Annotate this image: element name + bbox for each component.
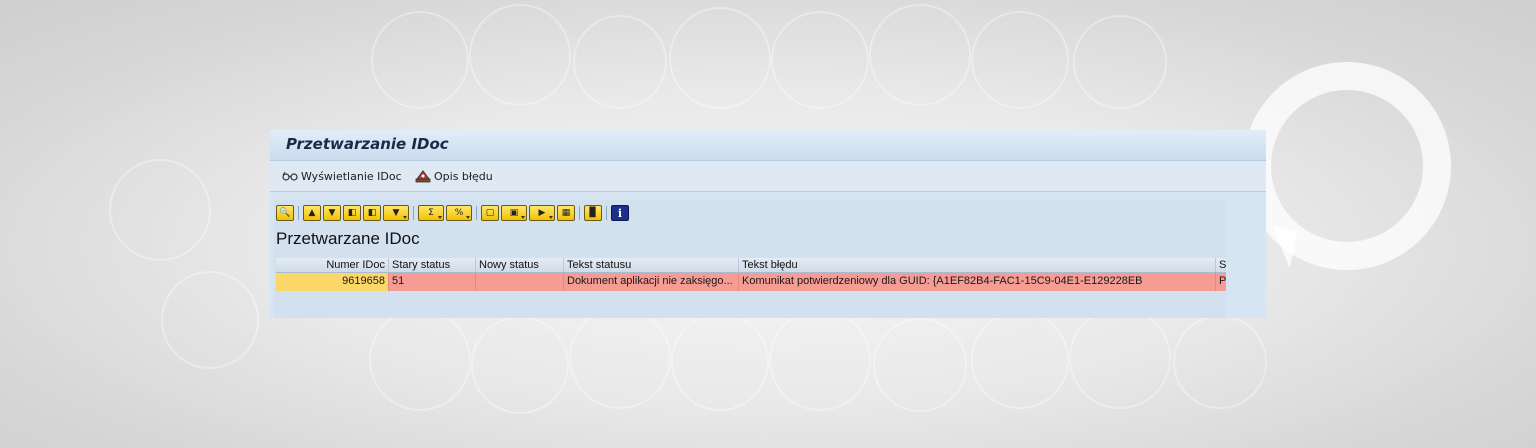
column-header[interactable]: Tekst błędu xyxy=(739,258,1216,272)
table-header: Numer IDoc Stary status Nowy status Teks… xyxy=(276,258,1226,273)
toolbar-separator xyxy=(298,206,299,220)
idoc-number-cell[interactable]: 9619658 xyxy=(276,273,389,291)
toolbar-separator xyxy=(579,206,580,220)
error-description-button[interactable]: Opis błędu xyxy=(415,167,493,185)
sy-cell[interactable]: PX xyxy=(1216,273,1226,291)
alv-toolbar: 🔍 ▲ ▼ ◧ ◧ ▼ Σ % ▢ ▣ ▶ ▦ ▉ i xyxy=(276,203,631,223)
old-status-cell[interactable]: 51 xyxy=(389,273,476,291)
grid-title: Przetwarzane IDoc xyxy=(276,229,420,248)
new-status-cell[interactable] xyxy=(476,273,564,291)
toolbar-separator xyxy=(476,206,477,220)
error-description-label: Opis błędu xyxy=(434,169,493,183)
status-text-cell[interactable]: Dokument aplikacji nie zaksięgo... xyxy=(564,273,739,291)
print-preview-icon[interactable]: ▢ xyxy=(481,205,499,221)
column-header[interactable]: Stary status xyxy=(389,258,476,272)
glasses-icon xyxy=(282,171,298,181)
window-title: Przetwarzanie IDoc xyxy=(286,135,449,153)
abc-analysis-icon[interactable]: ▉ xyxy=(584,205,602,221)
filter-icon[interactable]: ▼ xyxy=(323,205,341,221)
table-row[interactable]: 9619658 51 Dokument aplikacji nie zaksię… xyxy=(276,273,1226,291)
column-header[interactable]: Numer IDoc xyxy=(276,258,389,272)
toolbar-separator xyxy=(606,206,607,220)
column-header[interactable]: Tekst statusu xyxy=(564,258,739,272)
column-header[interactable]: Nowy status xyxy=(476,258,564,272)
idoc-table: Numer IDoc Stary status Nowy status Teks… xyxy=(276,258,1226,291)
layout-icon[interactable]: ▦ xyxy=(557,205,575,221)
toolbar-separator xyxy=(413,206,414,220)
sum-icon[interactable]: Σ xyxy=(418,205,444,221)
hat-icon xyxy=(415,170,431,183)
subtotal-icon[interactable]: % xyxy=(446,205,472,221)
find-next-icon[interactable]: ◧ xyxy=(363,205,381,221)
display-idoc-button[interactable]: Wyświetlanie IDoc xyxy=(282,167,402,185)
print-icon[interactable]: ▲ xyxy=(303,205,321,221)
sap-window: Przetwarzanie IDoc Wyświetlanie IDoc Opi… xyxy=(270,130,1266,318)
details-icon[interactable]: 🔍 xyxy=(276,205,294,221)
display-idoc-label: Wyświetlanie IDoc xyxy=(301,169,402,183)
column-header[interactable]: Sy xyxy=(1216,258,1226,272)
export-icon[interactable]: ▶ xyxy=(529,205,555,221)
title-bar: Przetwarzanie IDoc xyxy=(270,130,1266,161)
set-filter-icon[interactable]: ▼ xyxy=(383,205,409,221)
info-icon[interactable]: i xyxy=(611,205,629,221)
views-icon[interactable]: ▣ xyxy=(501,205,527,221)
application-toolbar: Wyświetlanie IDoc Opis błędu xyxy=(270,161,1266,192)
alv-panel: 🔍 ▲ ▼ ◧ ◧ ▼ Σ % ▢ ▣ ▶ ▦ ▉ i Przetwarzane… xyxy=(274,200,1226,318)
error-text-cell[interactable]: Komunikat potwierdzeniowy dla GUID: {A1E… xyxy=(739,273,1216,291)
find-icon[interactable]: ◧ xyxy=(343,205,361,221)
